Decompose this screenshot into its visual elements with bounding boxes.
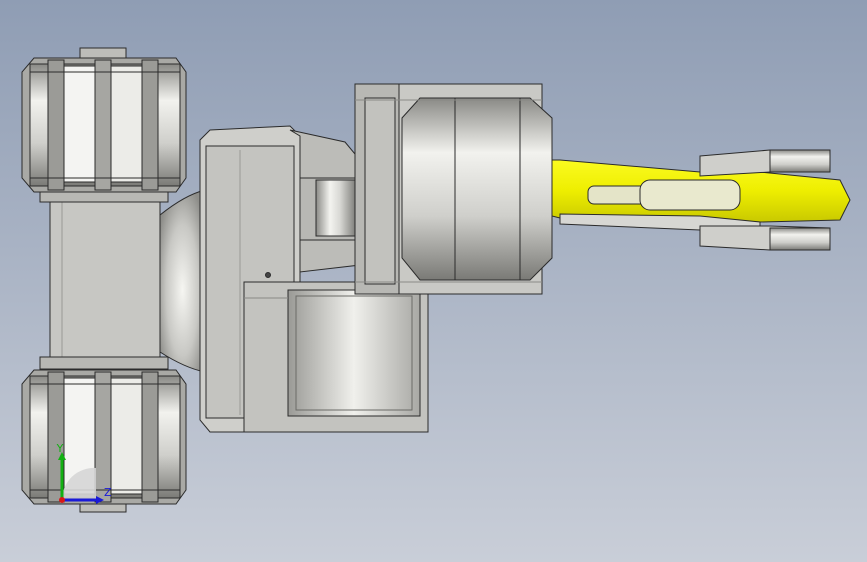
y-axis-label: Y — [56, 442, 64, 455]
upper-block[interactable] — [354, 83, 553, 295]
z-axis-label: Z — [104, 486, 112, 499]
base-column[interactable] — [39, 189, 169, 370]
shoulder-link[interactable] — [299, 177, 361, 241]
top-wheel[interactable] — [21, 47, 187, 193]
cad-viewport[interactable]: Y Z — [0, 0, 867, 562]
x-axis-origin — [59, 497, 65, 503]
base-boss[interactable] — [159, 189, 206, 373]
motor-box[interactable] — [243, 281, 429, 433]
model-view[interactable]: Y Z — [0, 0, 867, 562]
